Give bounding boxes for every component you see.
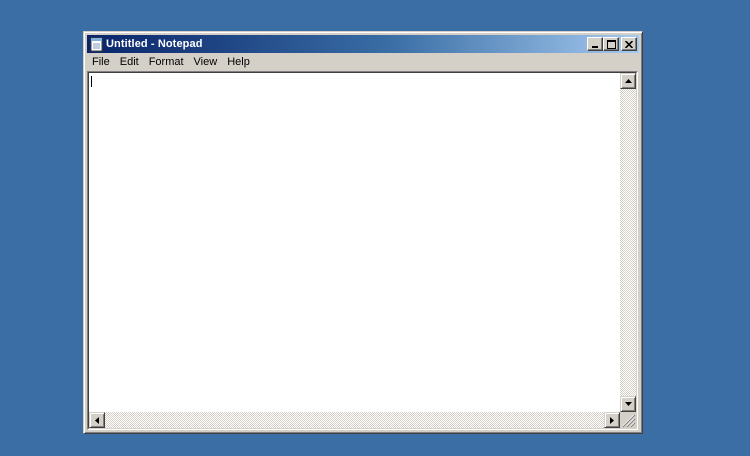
arrow-left-icon: [95, 416, 99, 424]
menu-help[interactable]: Help: [222, 54, 255, 71]
caption-buttons: [587, 37, 637, 51]
menu-view[interactable]: View: [189, 54, 223, 71]
minimize-button[interactable]: [587, 37, 603, 51]
menu-edit[interactable]: Edit: [115, 54, 144, 71]
title-bar[interactable]: Untitled - Notepad: [87, 35, 639, 53]
notepad-window: Untitled - Notepad File Edit Format View…: [83, 31, 643, 434]
close-button[interactable]: [621, 37, 637, 51]
minimize-icon: [592, 45, 598, 48]
maximize-button[interactable]: [603, 37, 619, 51]
scroll-right-button[interactable]: [604, 412, 620, 428]
resize-grip-icon: [622, 414, 636, 428]
menu-format[interactable]: Format: [144, 54, 189, 71]
window-title: Untitled - Notepad: [106, 38, 203, 50]
arrow-down-icon: [624, 402, 632, 406]
scroll-down-button[interactable]: [620, 396, 636, 412]
close-icon: [625, 40, 633, 48]
maximize-icon: [606, 39, 616, 49]
scroll-up-button[interactable]: [620, 73, 636, 89]
vertical-scrollbar[interactable]: [620, 73, 636, 412]
text-caret: [91, 76, 92, 87]
notepad-icon[interactable]: [90, 37, 103, 52]
menu-file[interactable]: File: [87, 54, 115, 71]
editor-frame: [87, 71, 638, 430]
horizontal-scrollbar[interactable]: [89, 412, 620, 428]
arrow-right-icon: [610, 416, 614, 424]
menu-bar: File Edit Format View Help: [87, 54, 639, 71]
arrow-up-icon: [624, 79, 632, 83]
resize-grip[interactable]: [620, 412, 636, 428]
scroll-left-button[interactable]: [89, 412, 105, 428]
editor-inner-frame: [88, 72, 637, 429]
text-editor[interactable]: [89, 73, 620, 412]
